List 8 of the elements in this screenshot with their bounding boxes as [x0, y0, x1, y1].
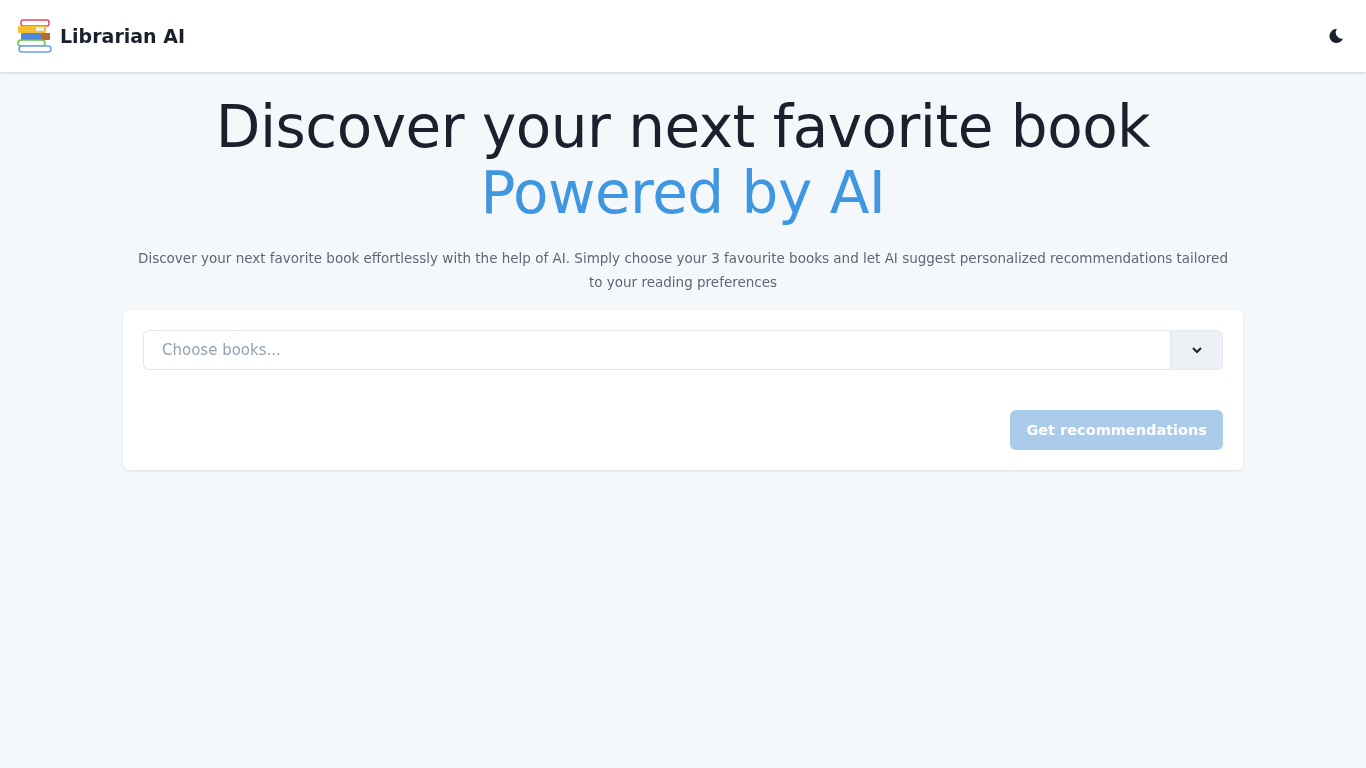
- books-select-field[interactable]: Choose books...: [143, 330, 1170, 370]
- moon-icon: [1328, 28, 1344, 44]
- brand-name: Librarian AI: [60, 25, 186, 47]
- hero-description: Discover your next favorite book effortlessly with the help of AI. Simply choose your 3 favourite books and let AI suggest personalized recommendations tailored to your reading preferences: [138, 249, 1228, 292]
- chevron-down-icon: [1190, 346, 1203, 354]
- books-icon: [16, 18, 52, 54]
- hero-highlight: Powered by AI: [480, 160, 886, 226]
- hero-title: Discover your next favorite book: [215, 94, 1151, 160]
